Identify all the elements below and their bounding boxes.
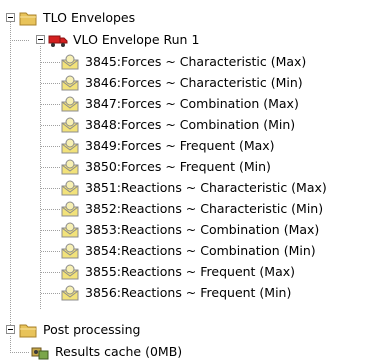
envelope-result-icon [60,158,80,176]
tree-item-3854[interactable]: 3854:Reactions ~ Combination (Min) [60,241,317,261]
folder-icon [18,9,38,27]
tree-item-results-cache[interactable]: Results cache (0MB) [30,342,183,361]
tree-item-3856[interactable]: 3856:Reactions ~ Frequent (Min) [60,283,292,303]
envelope-result-icon [60,95,80,113]
tree-item-label: 3850:Forces ~ Frequent (Min) [85,159,271,174]
tree-item-3848[interactable]: 3848:Forces ~ Combination (Min) [60,115,296,135]
envelope-result-icon [60,137,80,155]
folder-icon [18,321,38,339]
tree-node-vlo-envelope-run-1[interactable]: VLO Envelope Run 1 [48,30,200,50]
tree-node-post-processing[interactable]: Post processing [18,320,142,340]
envelope-result-icon [60,74,80,92]
expander-post-processing[interactable] [6,325,15,334]
envelope-result-icon [60,221,80,239]
tree-node-label: Results cache (0MB) [55,344,183,359]
envelope-result-icon [60,263,80,281]
tree-item-label: 3848:Forces ~ Combination (Min) [85,117,296,132]
tree-item-3846[interactable]: 3846:Forces ~ Characteristic (Min) [60,73,304,93]
cache-icon [30,343,50,361]
tree-item-label: 3847:Forces ~ Combination (Max) [85,96,299,111]
tree-item-label: 3851:Reactions ~ Characteristic (Max) [85,180,327,195]
tree-item-3850[interactable]: 3850:Forces ~ Frequent (Min) [60,157,272,177]
expander-vlo-envelope-run-1[interactable] [36,35,45,44]
envelope-result-icon [60,200,80,218]
tree-item-3855[interactable]: 3855:Reactions ~ Frequent (Max) [60,262,296,282]
tree-item-3849[interactable]: 3849:Forces ~ Frequent (Max) [60,136,276,156]
tree-item-3847[interactable]: 3847:Forces ~ Combination (Max) [60,94,300,114]
tree-item-label: 3853:Reactions ~ Combination (Max) [85,222,320,237]
tree-item-3853[interactable]: 3853:Reactions ~ Combination (Max) [60,220,320,240]
tree-item-label: 3854:Reactions ~ Combination (Min) [85,243,316,258]
tree-item-label: 3855:Reactions ~ Frequent (Max) [85,264,296,279]
tree-item-3851[interactable]: 3851:Reactions ~ Characteristic (Max) [60,178,328,198]
envelope-result-icon [60,116,80,134]
envelope-result-icon [60,53,80,71]
tree-node-label: VLO Envelope Run 1 [73,32,200,47]
tree-item-label: 3852:Reactions ~ Characteristic (Min) [85,201,324,216]
expander-tlo-envelopes[interactable] [6,13,15,22]
tree-node-label: Post processing [43,322,141,337]
envelope-result-icon [60,179,80,197]
tree-item-3845[interactable]: 3845:Forces ~ Characteristic (Max) [60,52,307,72]
tree-item-label: 3846:Forces ~ Characteristic (Min) [85,75,303,90]
envelope-result-icon [60,284,80,302]
tree-item-label: 3856:Reactions ~ Frequent (Min) [85,285,292,300]
tree-node-label: TLO Envelopes [43,10,136,25]
tree-item-label: 3849:Forces ~ Frequent (Max) [85,138,275,153]
truck-icon [48,31,68,49]
tree-item-3852[interactable]: 3852:Reactions ~ Characteristic (Min) [60,199,324,219]
envelope-result-icon [60,242,80,260]
tree-item-label: 3845:Forces ~ Characteristic (Max) [85,54,307,69]
tree-node-tlo-envelopes[interactable]: TLO Envelopes [18,8,136,28]
results-tree[interactable]: TLO Envelopes VLO Envelope Run 1 3845:Fo… [0,0,381,361]
